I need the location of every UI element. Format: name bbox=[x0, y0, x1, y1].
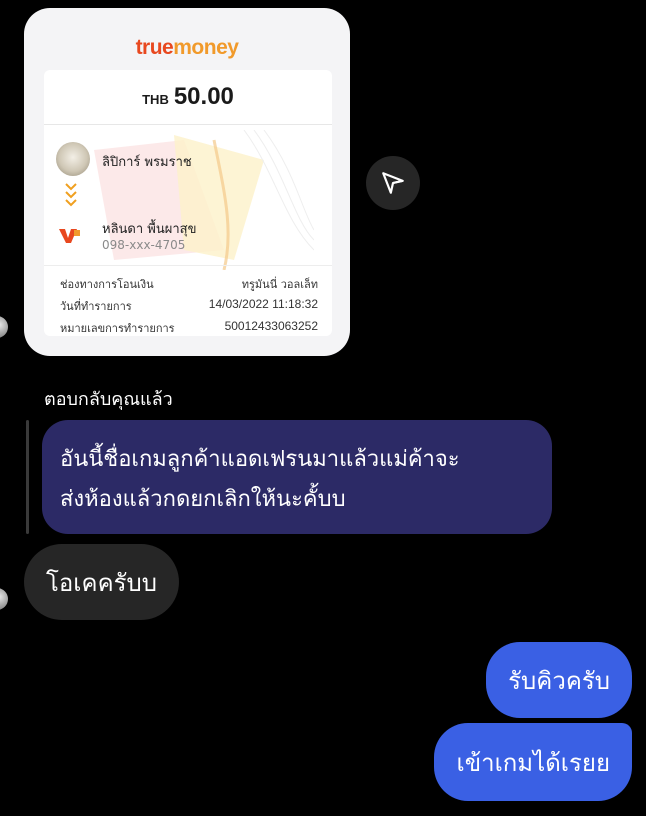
quoted-message-bubble[interactable]: อันนี้ชื่อเกมลูกค้าแอดเฟรนมาแล้วแม่ค้าจะ… bbox=[42, 420, 552, 534]
detail-label: หมายเลขการทำรายการ bbox=[60, 322, 175, 335]
quoted-message-line: ส่งห้องแล้วกดยกเลิกให้นะคั้บบ bbox=[60, 487, 346, 512]
detail-value: ทรูมันนี่ วอลเล็ท bbox=[241, 278, 318, 291]
contact-avatar-icon[interactable] bbox=[0, 588, 8, 610]
sender-avatar bbox=[56, 142, 90, 176]
outgoing-message-bubble[interactable]: รับคิวครับ bbox=[486, 642, 632, 718]
message-text: โอเคครับบ bbox=[46, 568, 157, 597]
detail-row-channel: ช่องทางการโอนเงิน ทรูมันนี่ วอลเล็ท bbox=[60, 275, 318, 293]
detail-row-date: วันที่ทำรายการ 14/03/2022 11:18:32 bbox=[60, 297, 318, 315]
message-text: รับคิวครับ bbox=[508, 666, 610, 695]
chevron-down-double-icon bbox=[65, 183, 77, 207]
incoming-message-bubble[interactable]: โอเคครับบ bbox=[24, 544, 179, 620]
outgoing-message-bubble[interactable]: เข้าเกมได้เรยย bbox=[434, 723, 632, 801]
share-button[interactable] bbox=[366, 156, 420, 210]
receiver-phone: 098-xxx-4705 bbox=[102, 238, 186, 252]
detail-value: 50012433063252 bbox=[224, 319, 318, 333]
detail-row-transaction-id: หมายเลขการทำรายการ 50012433063252 bbox=[60, 319, 318, 336]
receiver-name: หลินดา พื้นผาสุข bbox=[102, 222, 197, 237]
amount-header: THB 50.00 bbox=[44, 70, 332, 125]
reply-indicator-bar bbox=[26, 420, 29, 534]
shared-receipt-message[interactable]: truemoney THB 50.00 ลิปิการ์ พรมราช หลิน… bbox=[24, 8, 350, 356]
send-icon bbox=[382, 172, 404, 194]
receipt-card: THB 50.00 ลิปิการ์ พรมราช หลินดา พื้นผาส… bbox=[44, 70, 332, 336]
truemoney-wallet-icon bbox=[59, 229, 80, 243]
message-text: เข้าเกมได้เรยย bbox=[456, 748, 610, 777]
detail-label: ช่องทางการโอนเงิน bbox=[60, 278, 154, 291]
detail-value: 14/03/2022 11:18:32 bbox=[208, 297, 318, 311]
detail-label: วันที่ทำรายการ bbox=[60, 300, 132, 313]
amount-value: 50.00 bbox=[173, 83, 234, 110]
truemoney-logo: truemoney bbox=[135, 36, 239, 59]
contact-avatar-icon[interactable] bbox=[0, 316, 8, 338]
sender-name: ลิปิการ์ พรมราช bbox=[102, 155, 192, 170]
currency-label: THB bbox=[142, 91, 169, 107]
quoted-message-line: อันนี้ชื่อเกมลูกค้าแอดเฟรนมาแล้วแม่ค้าจะ bbox=[60, 447, 460, 472]
divider bbox=[44, 265, 332, 266]
reply-label: ตอบกลับคุณแล้ว bbox=[44, 389, 173, 410]
